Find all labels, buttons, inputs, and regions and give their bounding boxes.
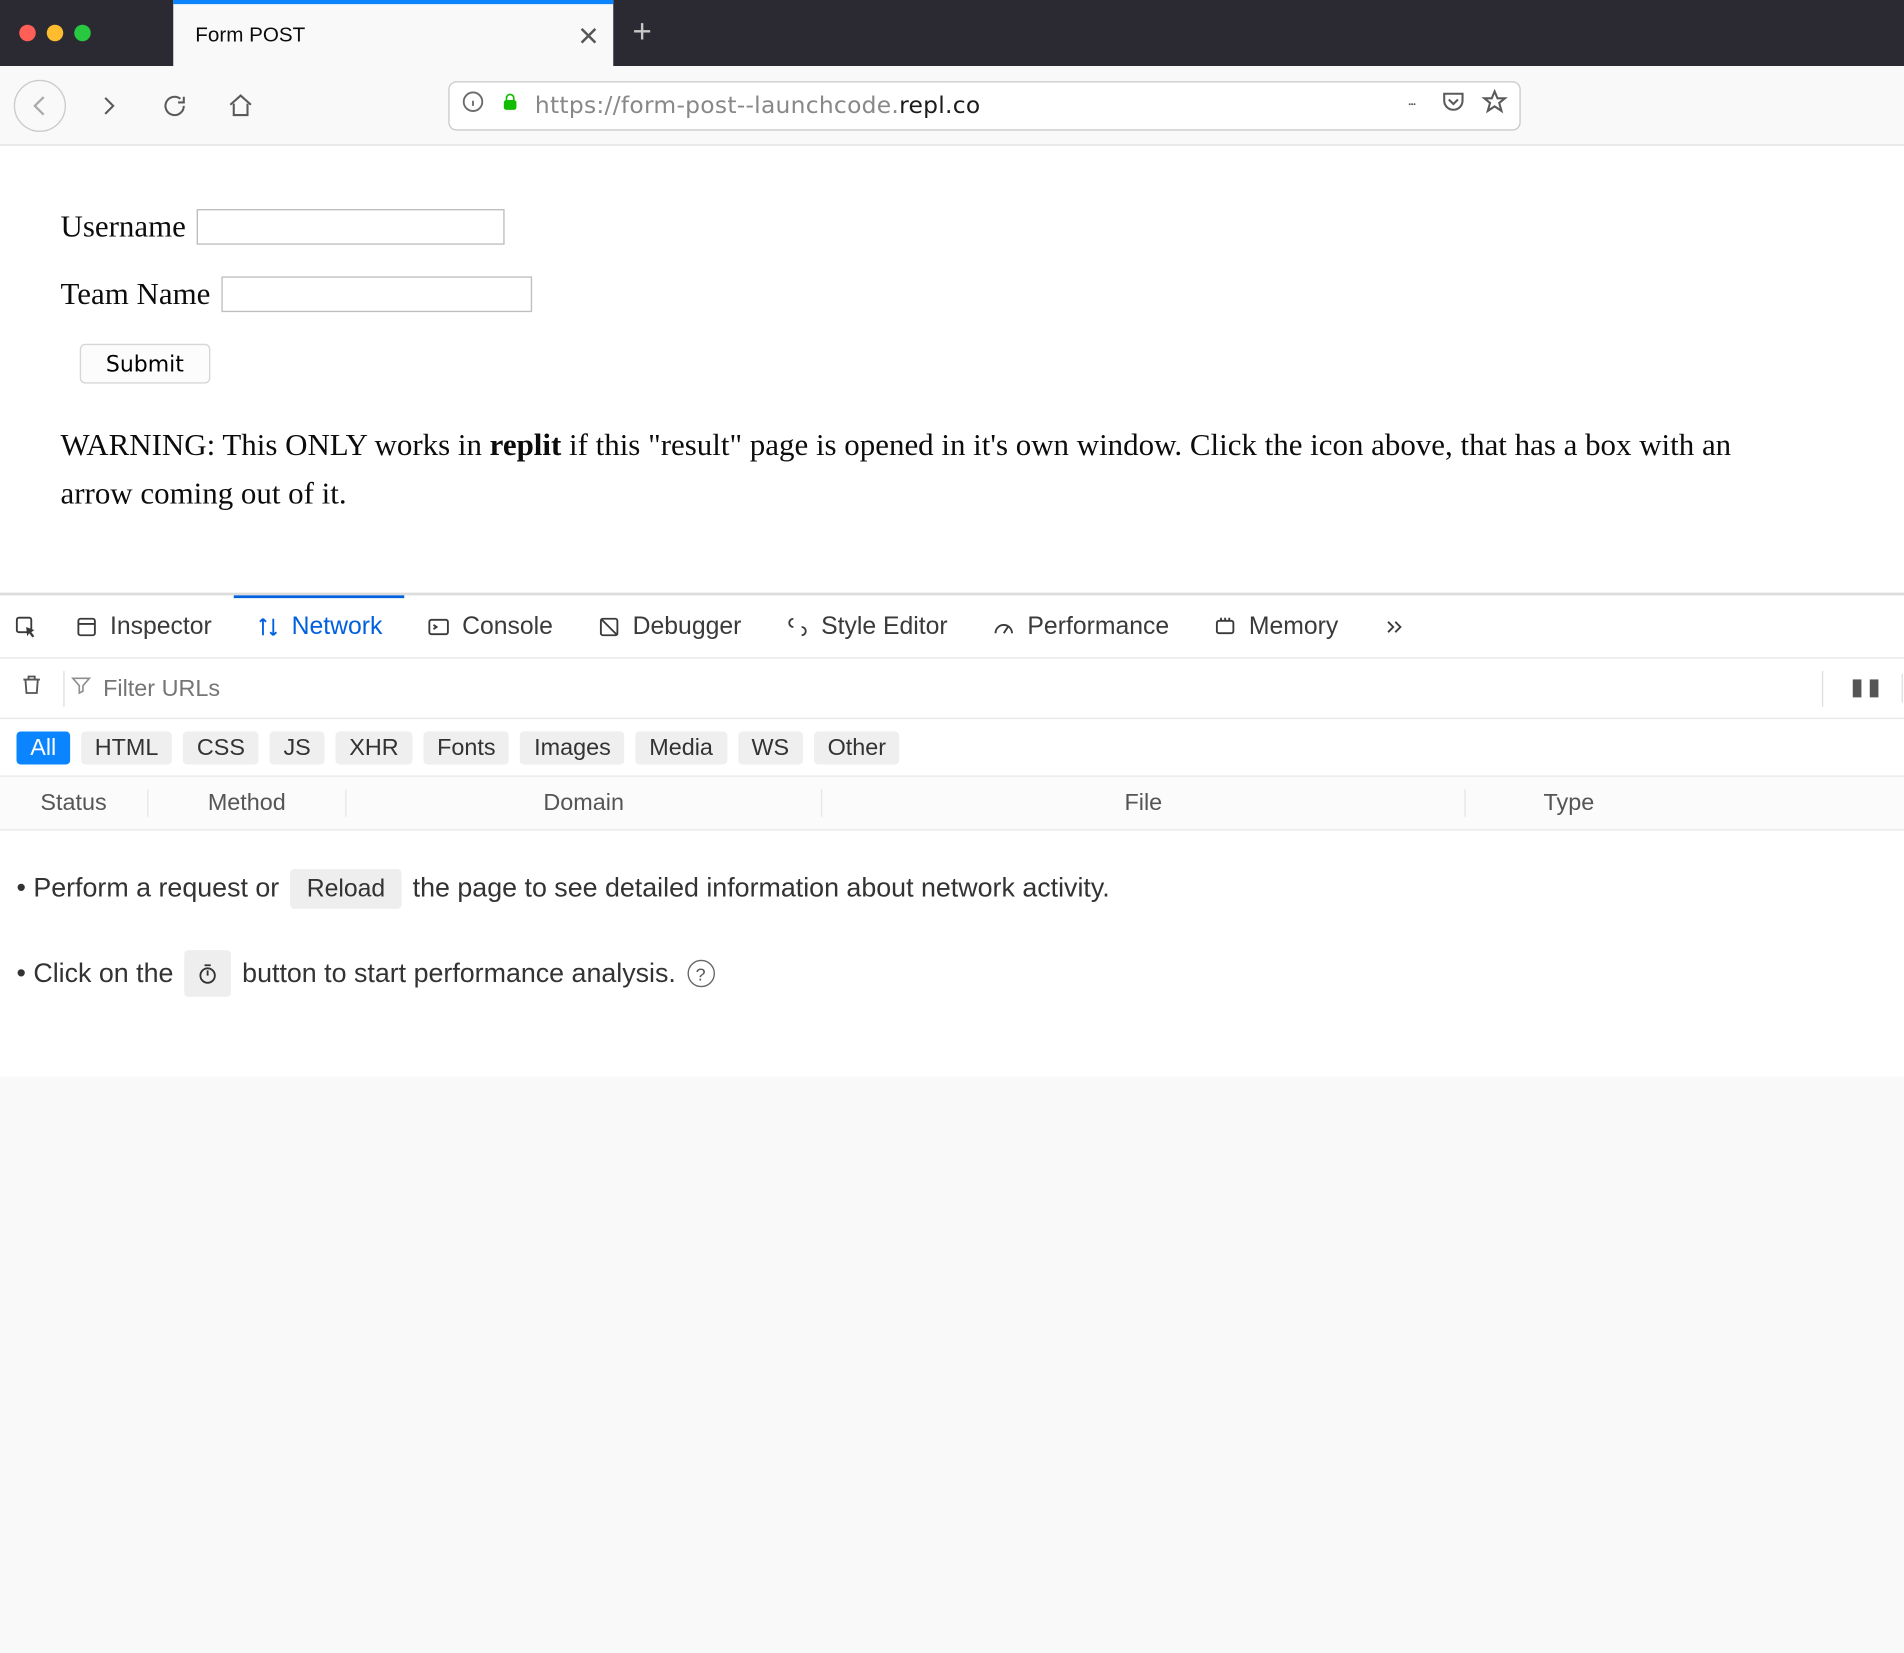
teamname-label: Team Name (61, 271, 211, 319)
pill-other[interactable]: Other (814, 731, 900, 764)
pause-recording-icon[interactable]: ▮▮ (1851, 674, 1903, 703)
devtools-tabbar: Inspector Network Console Debugger Style… (0, 595, 1904, 658)
teamname-row: Team Name (61, 271, 1904, 319)
address-bar[interactable]: https://form-post--launchcode.repl.co (448, 80, 1521, 130)
filter-box (65, 674, 934, 703)
pill-css[interactable]: CSS (183, 731, 259, 764)
col-type[interactable]: Type (1466, 789, 1672, 817)
username-row: Username (61, 204, 1904, 252)
filter-pills: All HTML CSS JS XHR Fonts Images Media W… (0, 719, 1904, 777)
stopwatch-icon[interactable] (184, 950, 231, 997)
pill-ws[interactable]: WS (738, 731, 803, 764)
window-controls (0, 25, 91, 42)
tab-title: Form POST (195, 23, 564, 46)
col-domain[interactable]: Domain (347, 789, 823, 817)
pill-media[interactable]: Media (636, 731, 727, 764)
filter-input[interactable] (103, 674, 928, 702)
reload-page-button[interactable]: Reload (290, 869, 401, 909)
clear-requests-icon[interactable] (0, 672, 63, 704)
warning-head: WARNING (61, 427, 207, 461)
pill-js[interactable]: JS (270, 731, 325, 764)
network-toolbar: ▮▮ Persist Logs Disable cache No throttl… (0, 659, 1904, 720)
tab-performance[interactable]: Performance (970, 595, 1191, 657)
tabstrip-remainder (671, 0, 1904, 66)
tab-strip: Form POST + (0, 0, 1904, 66)
close-tab-icon[interactable] (578, 24, 600, 46)
help-icon[interactable]: ? (687, 960, 715, 988)
tab-console[interactable]: Console (404, 595, 575, 657)
warning-text: WARNING: This ONLY works in replit if th… (61, 422, 1780, 518)
username-label: Username (61, 204, 186, 252)
col-file[interactable]: File (822, 789, 1466, 817)
submit-button[interactable]: Submit (80, 343, 210, 383)
pill-all[interactable]: All (17, 731, 70, 764)
page-content: Username Team Name Submit WARNING: This … (0, 146, 1904, 594)
browser-tab[interactable]: Form POST (173, 0, 613, 66)
tab-debugger[interactable]: Debugger (575, 595, 763, 657)
pill-xhr[interactable]: XHR (336, 731, 413, 764)
close-window-button[interactable] (19, 25, 36, 42)
maximize-window-button[interactable] (74, 25, 91, 42)
tab-network[interactable]: Network (234, 595, 405, 657)
back-button[interactable] (14, 79, 66, 131)
teamname-input[interactable] (221, 277, 532, 313)
site-info-icon[interactable] (461, 89, 486, 121)
pill-html[interactable]: HTML (81, 731, 172, 764)
col-status[interactable]: Status (0, 789, 149, 817)
pill-images[interactable]: Images (520, 731, 624, 764)
filter-funnel-icon (70, 674, 92, 703)
home-button[interactable] (217, 82, 264, 129)
bookmark-star-icon[interactable] (1481, 88, 1509, 122)
lock-icon (499, 91, 521, 120)
devtools-panel: Inspector Network Console Debugger Style… (0, 594, 1904, 1077)
pill-fonts[interactable]: Fonts (423, 731, 509, 764)
tab-memory[interactable]: Memory (1191, 595, 1360, 657)
request-table-header: Status Method Domain File Type (0, 777, 1904, 829)
col-method[interactable]: Method (149, 789, 347, 817)
navigation-toolbar: https://form-post--launchcode.repl.co 0 (0, 66, 1904, 146)
url-text: https://form-post--launchcode.repl.co (535, 91, 981, 119)
minimize-window-button[interactable] (47, 25, 64, 42)
pocket-icon[interactable] (1440, 88, 1468, 122)
tab-style-editor[interactable]: Style Editor (763, 595, 969, 657)
page-actions-icon[interactable] (1398, 93, 1426, 118)
username-input[interactable] (197, 210, 505, 246)
empty-state: • Perform a request or Reload the page t… (0, 831, 1904, 1077)
tab-inspector[interactable]: Inspector (52, 595, 234, 657)
pick-element-button[interactable] (0, 595, 52, 657)
tabs-overflow-icon[interactable] (1360, 595, 1429, 657)
forward-button[interactable] (85, 82, 132, 129)
reload-button[interactable] (151, 82, 198, 129)
